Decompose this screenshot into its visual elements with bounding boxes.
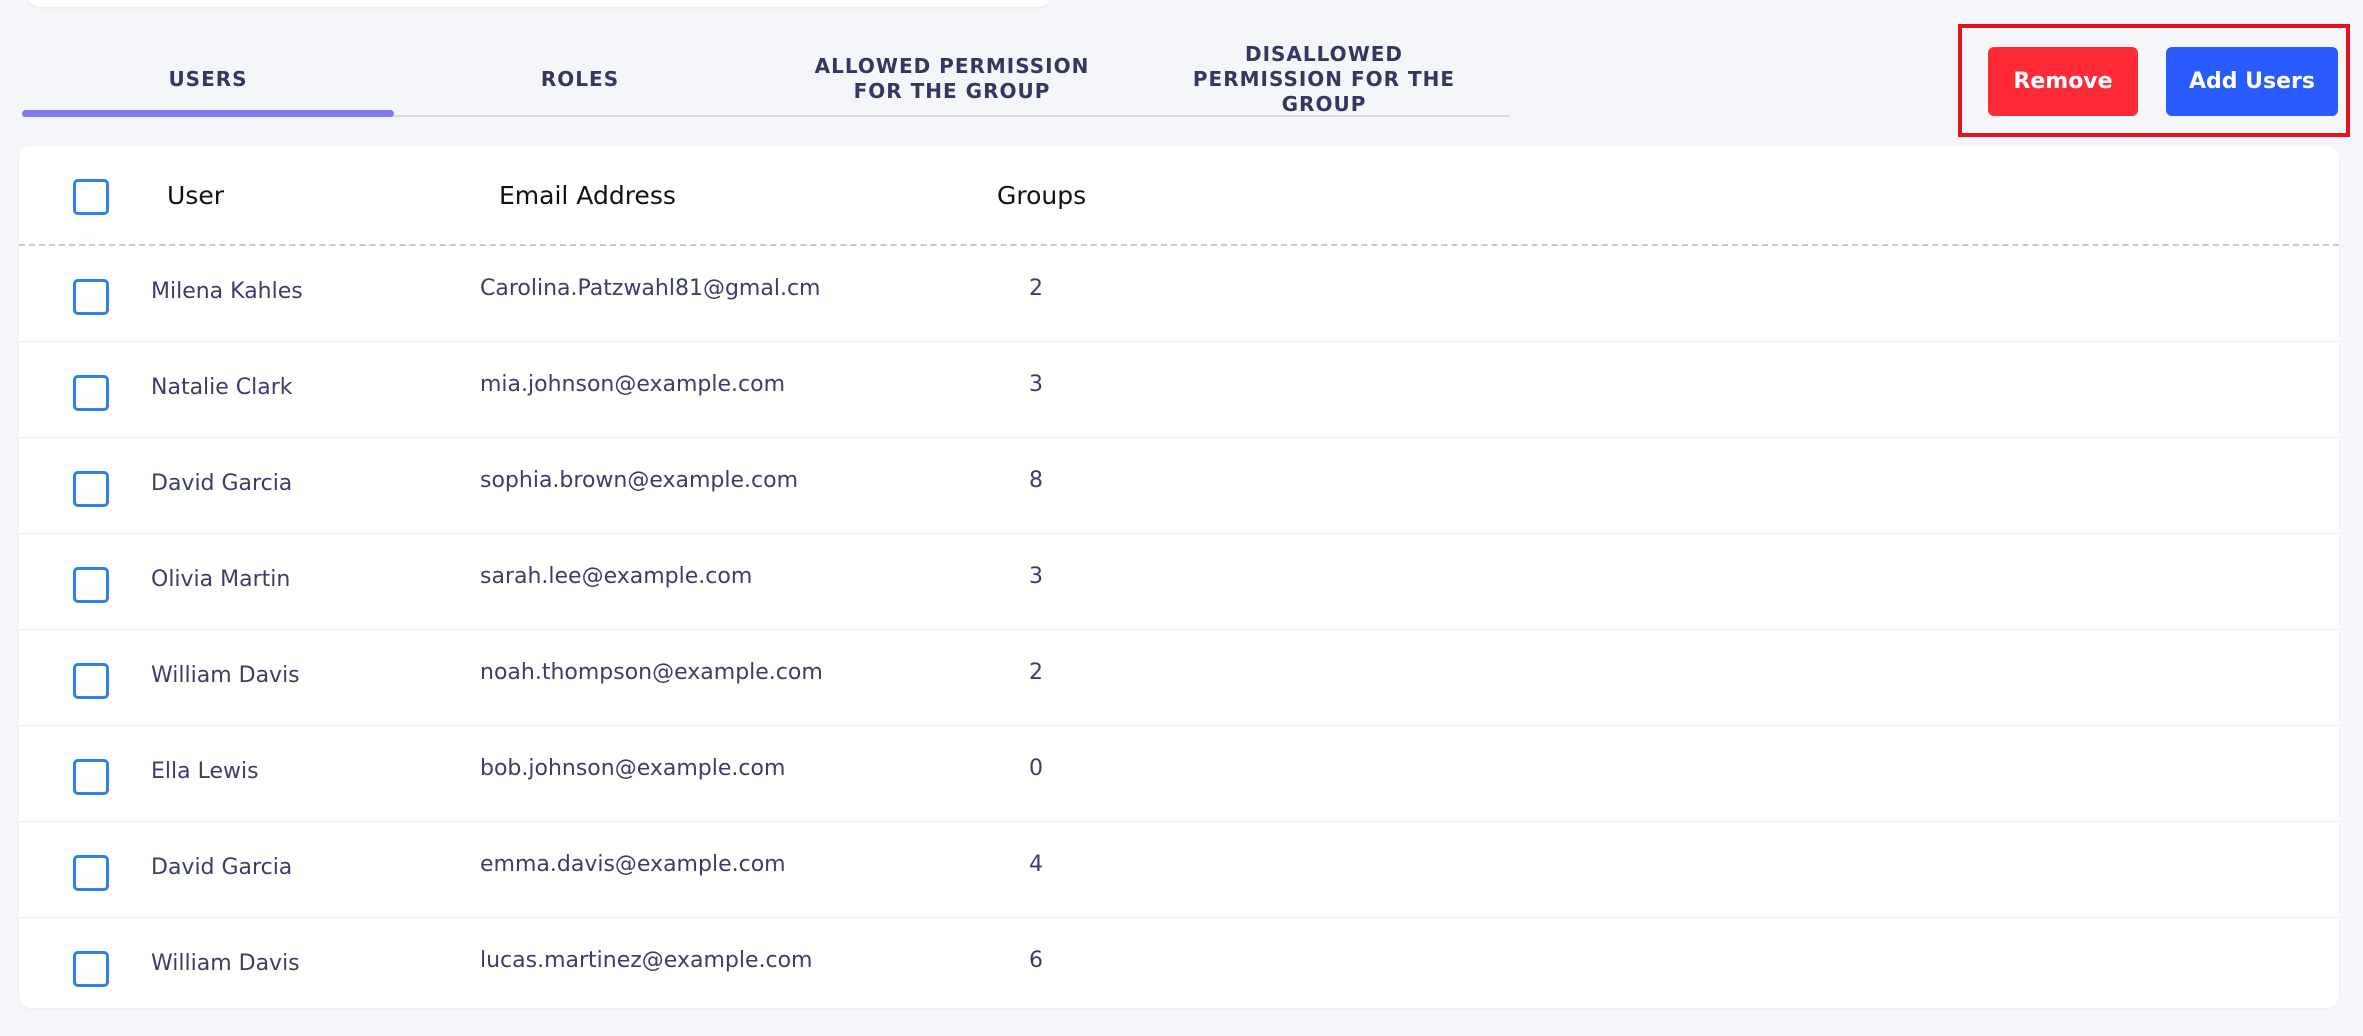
user-name: David Garcia <box>151 471 293 496</box>
row-checkbox[interactable] <box>73 855 109 891</box>
user-email: noah.thompson@example.com <box>480 660 823 685</box>
user-name: Milena Kahles <box>151 279 303 304</box>
user-email: Carolina.Patzwahl81@gmal.cm <box>480 276 821 301</box>
row-checkbox[interactable] <box>73 663 109 699</box>
table-row: William Davis noah.thompson@example.com … <box>19 630 2339 726</box>
user-name: William Davis <box>151 951 300 976</box>
tab-bar: USERS ROLES ALLOWED PERMISSION FOR THE G… <box>22 40 1510 118</box>
row-checkbox[interactable] <box>73 279 109 315</box>
user-group-count: 3 <box>1029 564 1043 589</box>
column-header-groups: Groups <box>997 181 1087 210</box>
tab-label: ALLOWED PERMISSION FOR THE GROUP <box>814 54 1090 103</box>
user-email: sarah.lee@example.com <box>480 564 753 589</box>
table-row: David Garcia emma.davis@example.com 4 <box>19 822 2339 918</box>
user-group-count: 2 <box>1029 660 1043 685</box>
user-email: bob.johnson@example.com <box>480 756 786 781</box>
user-name: Natalie Clark <box>151 375 293 400</box>
user-name: David Garcia <box>151 855 293 880</box>
remove-button[interactable]: Remove <box>1988 47 2138 116</box>
table-row: David Garcia sophia.brown@example.com 8 <box>19 438 2339 534</box>
user-group-count: 6 <box>1029 948 1043 973</box>
table-row: Milena Kahles Carolina.Patzwahl81@gmal.c… <box>19 246 2339 342</box>
row-checkbox[interactable] <box>73 951 109 987</box>
table-row: William Davis lucas.martinez@example.com… <box>19 918 2339 1008</box>
tab-label: ROLES <box>540 66 620 91</box>
user-name: William Davis <box>151 663 300 688</box>
user-email: lucas.martinez@example.com <box>480 948 813 973</box>
tab-allowed-permission[interactable]: ALLOWED PERMISSION FOR THE GROUP <box>766 40 1138 118</box>
active-tab-indicator <box>22 110 394 117</box>
users-table: User Email Address Groups Milena Kahles … <box>19 146 2339 1008</box>
user-email: emma.davis@example.com <box>480 852 786 877</box>
column-header-email: Email Address <box>499 181 676 210</box>
user-name: Olivia Martin <box>151 567 291 592</box>
user-group-count: 2 <box>1029 276 1043 301</box>
table-row: Natalie Clark mia.johnson@example.com 3 <box>19 342 2339 438</box>
user-email: sophia.brown@example.com <box>480 468 799 493</box>
table-body: Milena Kahles Carolina.Patzwahl81@gmal.c… <box>19 246 2339 1008</box>
top-panel <box>26 0 1052 7</box>
user-group-count: 3 <box>1029 372 1043 397</box>
table-row: Olivia Martin sarah.lee@example.com 3 <box>19 534 2339 630</box>
add-users-button[interactable]: Add Users <box>2166 47 2338 116</box>
tab-label: DISALLOWED PERMISSION FOR THE GROUP <box>1192 41 1456 116</box>
user-group-count: 4 <box>1029 852 1043 877</box>
select-all-checkbox[interactable] <box>73 179 109 215</box>
tab-roles[interactable]: ROLES <box>394 40 766 118</box>
user-group-count: 8 <box>1029 468 1043 493</box>
row-checkbox[interactable] <box>73 759 109 795</box>
tab-users[interactable]: USERS <box>22 40 394 118</box>
user-group-count: 0 <box>1029 756 1043 781</box>
row-checkbox[interactable] <box>73 567 109 603</box>
table-row: Ella Lewis bob.johnson@example.com 0 <box>19 726 2339 822</box>
user-email: mia.johnson@example.com <box>480 372 786 397</box>
tab-disallowed-permission[interactable]: DISALLOWED PERMISSION FOR THE GROUP <box>1138 40 1510 118</box>
tab-label: USERS <box>168 66 248 91</box>
column-header-user: User <box>167 181 224 210</box>
table-header: User Email Address Groups <box>19 146 2339 246</box>
page: USERS ROLES ALLOWED PERMISSION FOR THE G… <box>0 0 2363 1036</box>
row-checkbox[interactable] <box>73 375 109 411</box>
user-name: Ella Lewis <box>151 759 259 784</box>
row-checkbox[interactable] <box>73 471 109 507</box>
